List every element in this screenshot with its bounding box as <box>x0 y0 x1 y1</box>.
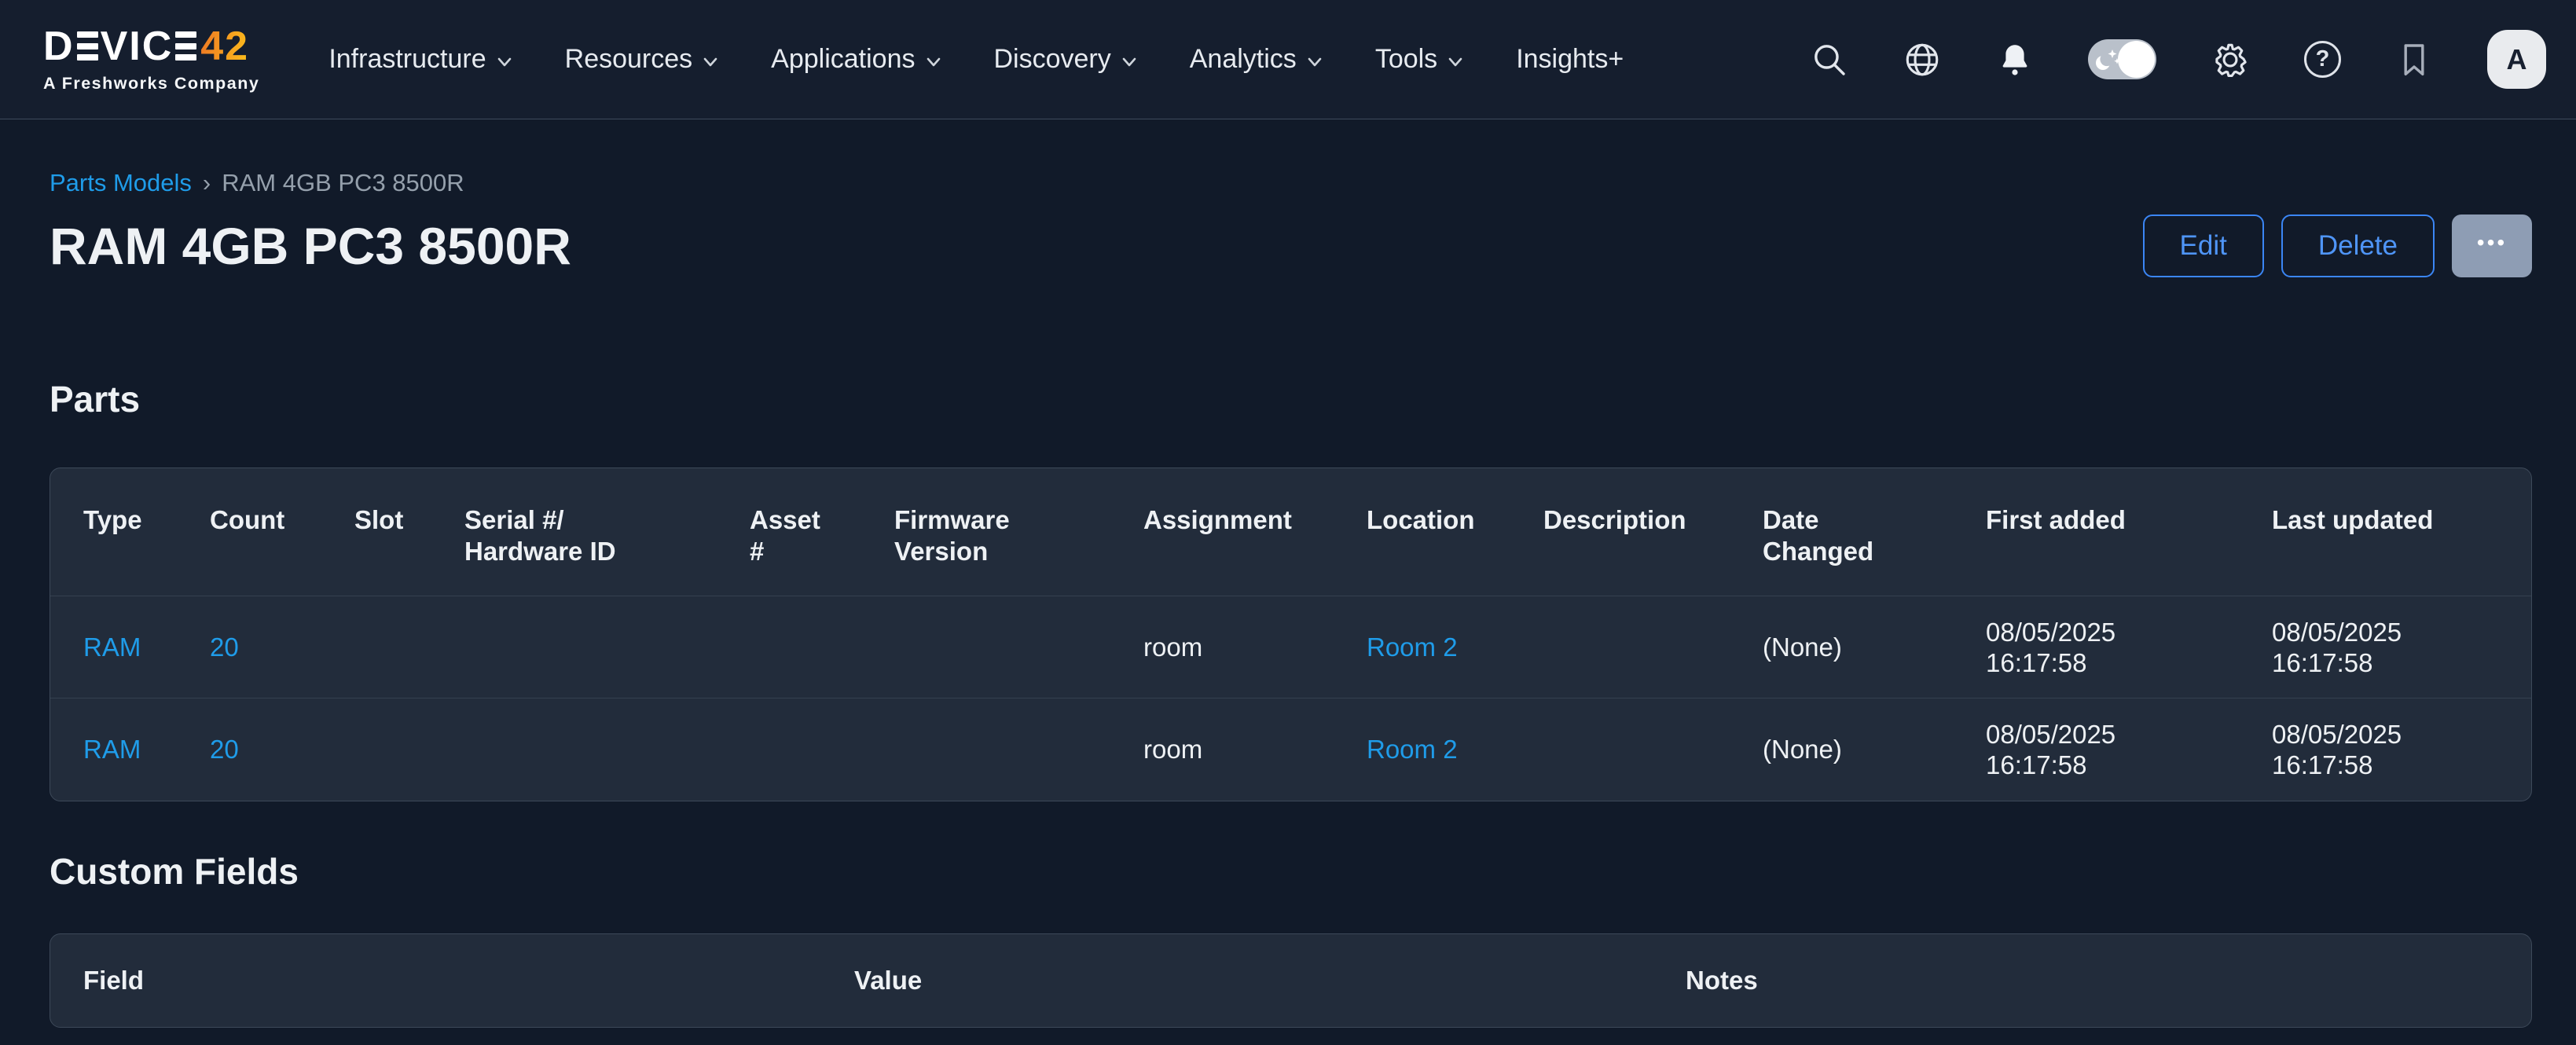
logo-42: 42 <box>200 26 249 67</box>
part-count-link[interactable]: 20 <box>210 632 239 662</box>
main-menu: Infrastructure Resources Applications Di… <box>328 44 1624 75</box>
cell-asset <box>750 596 894 698</box>
parts-table-row: RAM 20 room Room 2 (None) 08/05/2025 16:… <box>50 596 2531 698</box>
nav-item-discovery[interactable]: Discovery <box>994 44 1138 75</box>
cell-last-updated: 08/05/2025 16:17:58 <box>2272 698 2531 801</box>
notifications-bell-icon[interactable] <box>1996 41 2034 79</box>
cell-location: Room 2 <box>1367 596 1543 698</box>
dark-mode-toggle[interactable] <box>2088 39 2156 79</box>
cell-count: 20 <box>210 596 354 698</box>
logo-letters-vic: VIC <box>101 26 174 67</box>
globe-icon[interactable] <box>1903 40 1942 79</box>
custom-fields-header-row: Field Value Notes <box>50 934 2531 1027</box>
device42-logo[interactable]: D VIC 42 A Freshworks Company <box>43 26 259 94</box>
parts-table: Type Count Slot Serial #/ Hardware ID As… <box>50 468 2531 801</box>
help-icon[interactable]: ? <box>2304 41 2341 78</box>
col-first-added: First added <box>1986 468 2272 596</box>
delete-button[interactable]: Delete <box>2281 214 2435 277</box>
cell-asset <box>750 698 894 801</box>
cell-firmware <box>894 698 1143 801</box>
parts-table-row: RAM 20 room Room 2 (None) 08/05/2025 16:… <box>50 698 2531 801</box>
logo-bar-e-icon <box>175 31 196 60</box>
part-count-link[interactable]: 20 <box>210 735 239 764</box>
cell-date-changed: (None) <box>1763 698 1986 801</box>
col-firmware-version: Firmware Version <box>894 468 1143 596</box>
chevron-down-icon <box>496 53 513 71</box>
page-title: RAM 4GB PC3 8500R <box>50 215 571 277</box>
nav-item-tools[interactable]: Tools <box>1375 44 1464 75</box>
cell-count: 20 <box>210 698 354 801</box>
page-content: Parts Models › RAM 4GB PC3 8500R RAM 4GB… <box>0 169 2576 1028</box>
breadcrumb-parts-models-link[interactable]: Parts Models <box>50 169 192 197</box>
parts-header-row: Type Count Slot Serial #/ Hardware ID As… <box>50 468 2531 596</box>
col-serial-hardware-id: Serial #/ Hardware ID <box>464 468 750 596</box>
cell-first-added: 08/05/2025 16:17:58 <box>1986 596 2272 698</box>
cell-slot <box>354 698 464 801</box>
page-actions: Edit Delete ••• <box>2143 214 2532 277</box>
location-link[interactable]: Room 2 <box>1367 632 1458 662</box>
nav-item-analytics[interactable]: Analytics <box>1190 44 1323 75</box>
cell-assignment: room <box>1143 698 1367 801</box>
settings-gear-icon[interactable] <box>2211 40 2250 79</box>
chevron-down-icon <box>925 53 942 71</box>
parts-section-heading: Parts <box>50 378 2532 420</box>
top-navbar: D VIC 42 A Freshworks Company Infrastructu… <box>0 0 2576 119</box>
cell-slot <box>354 596 464 698</box>
cell-first-added: 08/05/2025 16:17:58 <box>1986 698 2272 801</box>
col-last-updated: Last updated <box>2272 468 2531 596</box>
cell-date-changed: (None) <box>1763 596 1986 698</box>
search-icon[interactable] <box>1811 41 1848 79</box>
logo-tagline: A Freshworks Company <box>43 74 259 94</box>
custom-fields-card: Field Value Notes <box>50 933 2532 1028</box>
col-asset: Asset # <box>750 468 894 596</box>
part-type-link[interactable]: RAM <box>83 735 141 764</box>
parts-table-card: Type Count Slot Serial #/ Hardware ID As… <box>50 468 2532 801</box>
col-field: Field <box>50 966 854 996</box>
cell-assignment: room <box>1143 596 1367 698</box>
toggle-knob <box>2118 41 2155 78</box>
nav-item-infrastructure[interactable]: Infrastructure <box>328 44 512 75</box>
col-description: Description <box>1543 468 1763 596</box>
location-link[interactable]: Room 2 <box>1367 735 1458 764</box>
nav-item-applications[interactable]: Applications <box>771 44 941 75</box>
chevron-down-icon <box>1447 53 1464 71</box>
cell-description <box>1543 596 1763 698</box>
bookmark-icon[interactable] <box>2395 41 2433 79</box>
chevron-down-icon <box>1306 53 1323 71</box>
breadcrumb: Parts Models › RAM 4GB PC3 8500R <box>50 169 2532 197</box>
breadcrumb-separator: › <box>203 169 211 197</box>
cell-serial <box>464 596 750 698</box>
nav-item-resources[interactable]: Resources <box>565 44 720 75</box>
breadcrumb-current: RAM 4GB PC3 8500R <box>222 169 464 197</box>
cell-type: RAM <box>50 596 210 698</box>
col-slot: Slot <box>354 468 464 596</box>
chevron-down-icon <box>1121 53 1138 71</box>
custom-fields-heading: Custom Fields <box>50 850 2532 893</box>
col-location: Location <box>1367 468 1543 596</box>
col-notes: Notes <box>1686 966 2531 996</box>
more-actions-button[interactable]: ••• <box>2452 214 2532 277</box>
cell-serial <box>464 698 750 801</box>
cell-firmware <box>894 596 1143 698</box>
avatar-letter: A <box>2507 43 2527 76</box>
col-count: Count <box>210 468 354 596</box>
cell-location: Room 2 <box>1367 698 1543 801</box>
chevron-down-icon <box>702 53 719 71</box>
part-type-link[interactable]: RAM <box>83 632 141 662</box>
col-value: Value <box>854 966 1686 996</box>
navbar-actions: ? A <box>1811 30 2546 89</box>
cell-description <box>1543 698 1763 801</box>
logo-letter-d: D <box>43 26 75 67</box>
device42-logo-text: D VIC 42 <box>43 26 259 67</box>
cell-type: RAM <box>50 698 210 801</box>
col-type: Type <box>50 468 210 596</box>
col-date-changed: Date Changed <box>1763 468 1986 596</box>
nav-item-insights[interactable]: Insights+ <box>1516 44 1624 75</box>
user-avatar[interactable]: A <box>2487 30 2546 89</box>
col-assignment: Assignment <box>1143 468 1367 596</box>
logo-bar-e-icon <box>77 31 98 60</box>
edit-button[interactable]: Edit <box>2143 214 2264 277</box>
title-row: RAM 4GB PC3 8500R Edit Delete ••• <box>50 214 2532 277</box>
cell-last-updated: 08/05/2025 16:17:58 <box>2272 596 2531 698</box>
